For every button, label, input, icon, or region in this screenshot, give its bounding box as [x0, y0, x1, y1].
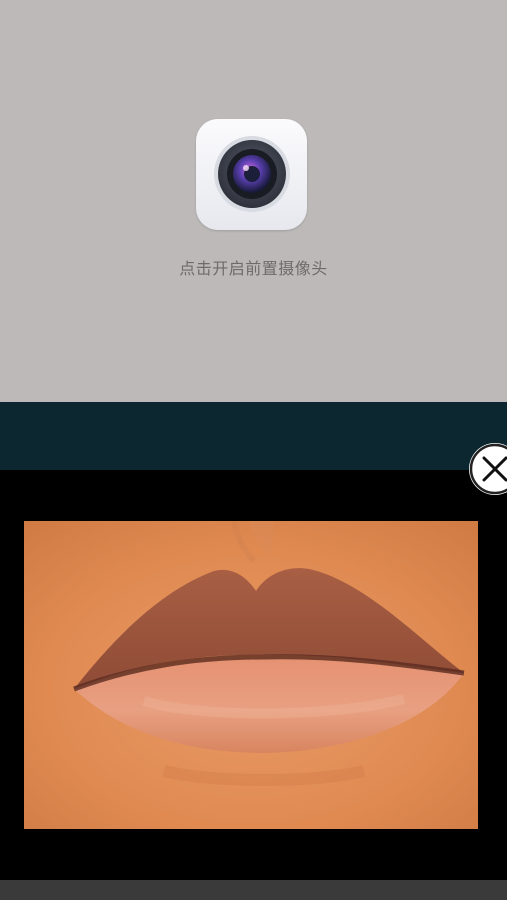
open-front-camera-button[interactable]: [196, 119, 307, 230]
screen: 点击开启前置摄像头: [0, 0, 507, 900]
header-bar: [0, 402, 507, 470]
close-popup-button[interactable]: [469, 443, 507, 495]
open-front-camera-label: 点击开启前置摄像头: [179, 259, 328, 278]
bottom-bar: [0, 880, 507, 900]
image-popup: [0, 470, 507, 880]
camera-icon: [214, 136, 290, 212]
close-icon: [469, 443, 507, 495]
camera-preview-area[interactable]: 点击开启前置摄像头: [0, 0, 507, 402]
lip-photo: [24, 521, 478, 829]
